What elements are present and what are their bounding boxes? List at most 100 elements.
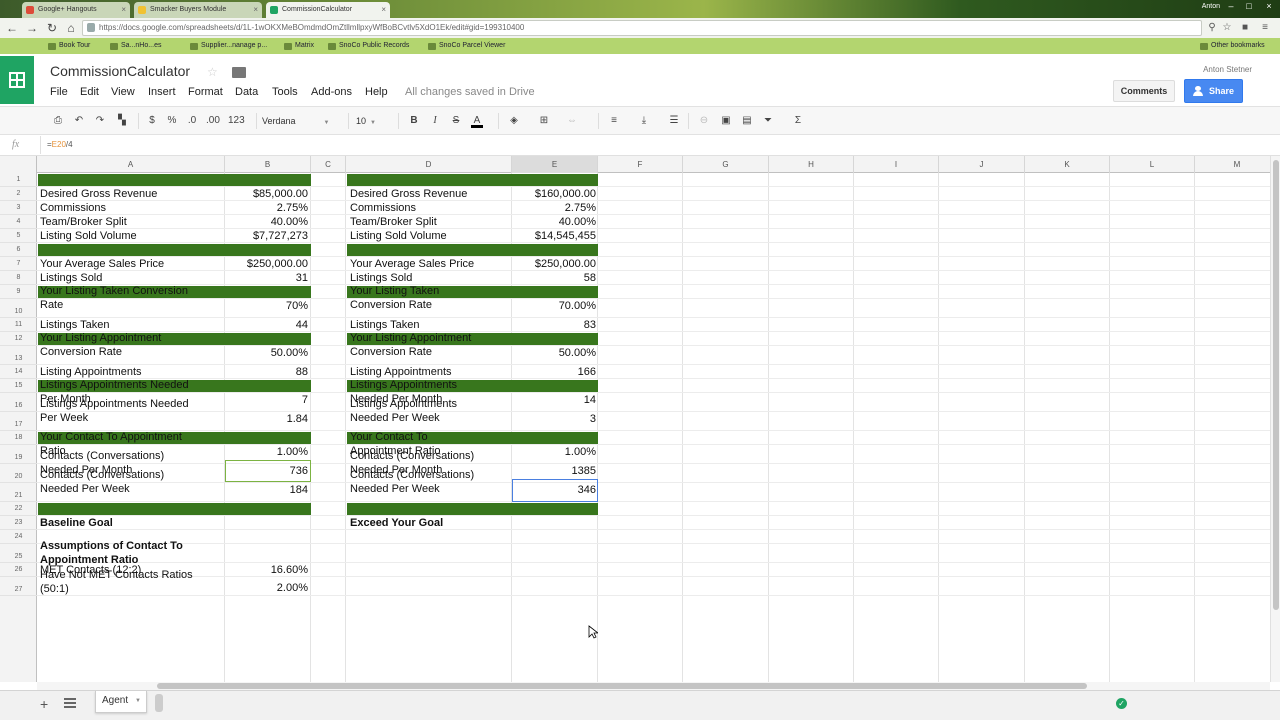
insert-link-icon[interactable]: ⊖ (698, 114, 710, 128)
url-input[interactable]: https://docs.google.com/spreadsheets/d/1… (82, 20, 1202, 36)
document-title[interactable]: CommissionCalculator (50, 63, 190, 79)
bookmark-item[interactable]: SnoCo Public Records (328, 40, 409, 52)
baseline-goal-label[interactable]: Baseline Goal (40, 517, 113, 531)
borders-icon[interactable]: ⊞ (538, 114, 550, 128)
comments-button[interactable]: Comments (1113, 80, 1175, 102)
column-header[interactable]: G (683, 156, 769, 173)
row-header[interactable]: 6 (0, 243, 37, 257)
row-header[interactable]: 8 (0, 271, 37, 285)
cell-label[interactable]: Listing Appointments (350, 366, 452, 380)
row-header[interactable]: 26 (0, 563, 37, 577)
row-header[interactable]: 17 (0, 412, 37, 431)
column-header[interactable]: L (1110, 156, 1195, 173)
close-window-icon[interactable]: × (1262, 1, 1276, 12)
close-tab-icon[interactable]: × (121, 2, 126, 18)
column-header[interactable]: A (37, 156, 225, 173)
column-header[interactable]: K (1025, 156, 1110, 173)
row-header[interactable]: 18 (0, 431, 37, 445)
text-color-button[interactable]: A (471, 114, 483, 128)
row-header[interactable]: 22 (0, 502, 37, 516)
horizontal-align-icon[interactable]: ≡ (608, 114, 620, 128)
font-family-select[interactable]: Verdana ▼ (262, 114, 340, 130)
bold-button[interactable]: B (408, 114, 420, 128)
active-cell-e21[interactable] (512, 479, 598, 502)
maximize-icon[interactable]: □ (1242, 1, 1256, 12)
cell-value[interactable]: 166 (496, 366, 596, 380)
cell-value[interactable]: 2.75% (496, 202, 596, 216)
cell-value[interactable]: 1.84 (208, 413, 308, 427)
cell-label[interactable]: Team/Broker Split (350, 216, 437, 230)
cell-value[interactable]: 40.00% (496, 216, 596, 230)
format-currency-button[interactable]: $ (146, 114, 158, 128)
column-header[interactable]: F (598, 156, 683, 173)
cell-label[interactable]: Listings Taken (350, 319, 420, 333)
cell-label[interactable]: Desired Gross Revenue (350, 188, 467, 202)
assumptions-heading[interactable]: Assumptions of Contact To Appointment Rat… (40, 540, 183, 567)
horizontal-scrollbar[interactable] (37, 682, 1270, 690)
row-header[interactable]: 19 (0, 445, 37, 464)
cell-value[interactable]: 7 (208, 394, 308, 408)
cell-value[interactable]: 70.00% (496, 300, 596, 314)
row-header[interactable]: 13 (0, 346, 37, 365)
bookmark-star-icon[interactable]: ☆ (1220, 21, 1234, 35)
extension-icon[interactable]: ■ (1238, 21, 1252, 35)
row-header[interactable]: 25 (0, 544, 37, 563)
redo-icon[interactable]: ↷ (94, 114, 106, 128)
cell-label[interactable]: Your Listing Taken Conversion Rate (350, 285, 439, 312)
cell-value[interactable]: $250,000.00 (208, 258, 308, 272)
format-percent-button[interactable]: % (166, 114, 178, 128)
cell-label[interactable]: Your Listing Appointment Conversion Rate (40, 332, 161, 359)
menu-edit[interactable]: Edit (80, 86, 99, 98)
cell-label[interactable]: Desired Gross Revenue (40, 188, 157, 202)
cell-value[interactable]: 44 (208, 319, 308, 333)
column-header[interactable]: C (311, 156, 346, 173)
share-button[interactable]: Share (1184, 79, 1243, 103)
cell-label[interactable]: Contacts (Conversations) Needed Per Week (40, 469, 164, 496)
column-header[interactable]: M (1195, 156, 1270, 173)
bookmark-item[interactable]: Book Tour (48, 40, 90, 52)
cell-value[interactable]: 16.60% (208, 564, 308, 578)
functions-button[interactable]: Σ (792, 114, 804, 128)
search-icon[interactable]: ⚲ (1205, 21, 1219, 35)
menu-insert[interactable]: Insert (148, 86, 176, 98)
browser-tab-hangouts[interactable]: Google+ Hangouts × (22, 2, 130, 18)
close-tab-icon[interactable]: × (253, 2, 258, 18)
insert-chart-icon[interactable]: ▤ (741, 114, 753, 128)
cell-label[interactable]: Your Average Sales Price (350, 258, 474, 272)
cell-value[interactable]: 1385 (496, 465, 596, 479)
cell-value[interactable]: $160,000.00 (496, 188, 596, 202)
cell-label[interactable]: Listings Appointments Needed Per Week (40, 398, 189, 425)
menu-format[interactable]: Format (188, 86, 223, 98)
cell-label[interactable]: Commissions (350, 202, 416, 216)
row-header[interactable]: 27 (0, 577, 37, 596)
filter-icon[interactable]: ⏷ (762, 114, 774, 128)
strikethrough-button[interactable]: S (450, 114, 462, 128)
forward-icon[interactable]: → (24, 20, 40, 36)
text-wrap-icon[interactable]: ☰ (668, 114, 680, 128)
row-header[interactable]: 5 (0, 229, 37, 243)
cell-value[interactable]: 2.75% (208, 202, 308, 216)
row-header[interactable]: 1 (0, 173, 37, 187)
chrome-menu-icon[interactable]: ≡ (1258, 21, 1272, 35)
cell-value[interactable]: 2.00% (208, 582, 308, 596)
row-header[interactable]: 24 (0, 530, 37, 544)
menu-data[interactable]: Data (235, 86, 258, 98)
column-header[interactable]: D (346, 156, 512, 173)
paint-format-icon[interactable]: ▚ (116, 114, 128, 128)
bookmark-item[interactable]: Sa...nHo...es (110, 40, 161, 52)
bookmark-item[interactable]: Supplier...nanage p... (190, 40, 267, 52)
row-header[interactable]: 3 (0, 201, 37, 215)
row-header[interactable]: 12 (0, 332, 37, 346)
column-header[interactable]: H (769, 156, 854, 173)
cell-value[interactable]: 1.00% (208, 446, 308, 460)
select-all-corner[interactable] (0, 156, 37, 173)
menu-tools[interactable]: Tools (272, 86, 298, 98)
cell-value[interactable]: $14,545,455 (496, 230, 596, 244)
add-sheet-icon[interactable]: + (40, 696, 48, 712)
minimize-icon[interactable]: – (1224, 1, 1238, 12)
row-header[interactable]: 11 (0, 318, 37, 332)
increase-decimal-button[interactable]: .00 (206, 114, 220, 128)
exceed-goal-label[interactable]: Exceed Your Goal (350, 517, 443, 531)
sheet-tab-agent[interactable]: Agent ▼ (95, 691, 147, 713)
vertical-scrollbar[interactable] (1270, 156, 1280, 682)
